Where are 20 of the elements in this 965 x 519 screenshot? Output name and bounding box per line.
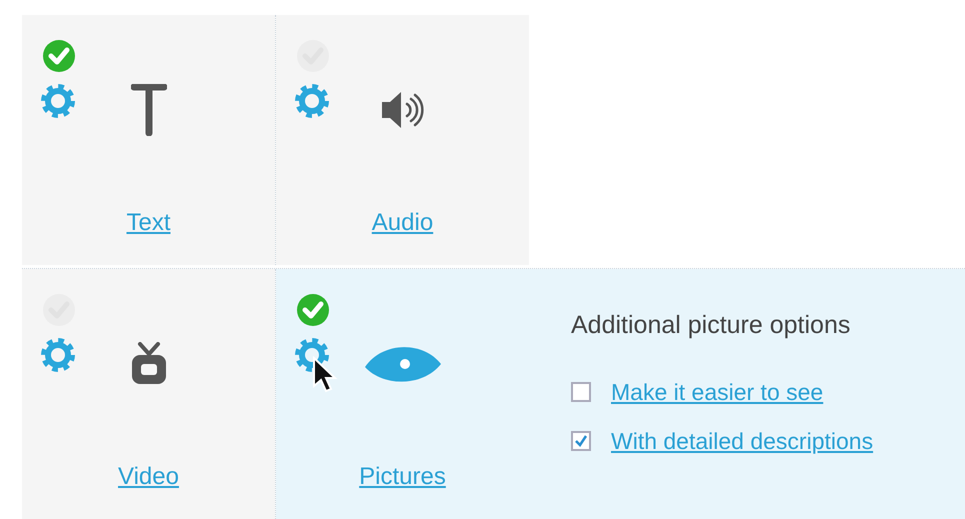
checkmark-icon[interactable]: [42, 39, 76, 73]
eye-icon: [362, 345, 442, 383]
checkbox[interactable]: [571, 382, 591, 402]
panel-title: Additional picture options: [571, 310, 850, 341]
gear-icon[interactable]: [294, 337, 330, 373]
tile-link[interactable]: Pictures: [359, 459, 446, 495]
tile-link[interactable]: Text: [126, 205, 170, 241]
checkmark-icon[interactable]: [296, 293, 330, 327]
tile-link[interactable]: Video: [118, 459, 179, 495]
tile[interactable]: Pictures: [276, 269, 529, 519]
tv-icon: [130, 342, 168, 386]
option-link[interactable]: Make it easier to see: [611, 374, 824, 409]
option-link[interactable]: With detailed descriptions: [611, 424, 874, 458]
tile[interactable]: Text: [22, 15, 275, 265]
checkbox[interactable]: [571, 431, 591, 452]
cursor-icon: [312, 356, 338, 394]
tile[interactable]: Audio: [276, 15, 529, 265]
tile[interactable]: Video: [22, 269, 275, 519]
letter-t-icon: [130, 84, 166, 136]
tile-link[interactable]: Audio: [372, 205, 434, 241]
